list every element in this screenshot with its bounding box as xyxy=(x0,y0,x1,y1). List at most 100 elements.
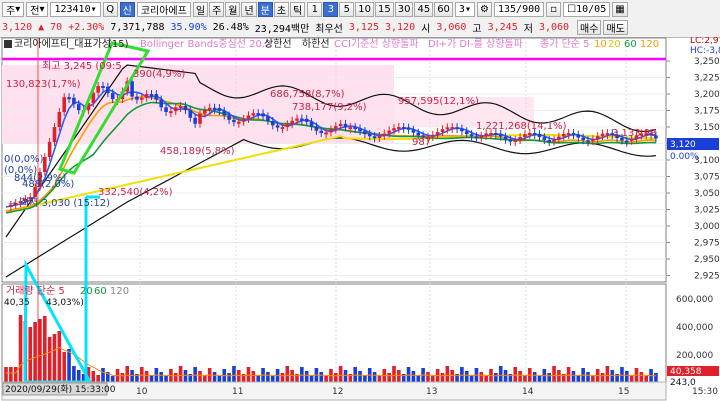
count-display: 135/900 xyxy=(493,2,545,17)
timeframe-button[interactable]: 월 xyxy=(225,2,241,17)
price-tick-label: 3,250 xyxy=(694,57,720,67)
volume-bar xyxy=(484,376,488,382)
candle-body xyxy=(183,106,188,111)
chart-area[interactable]: 코리아에프티_대표가성 (15) Bollinger Bands중심선 20.2… xyxy=(0,37,720,401)
candle-body xyxy=(212,107,217,110)
legend-ma20: 20 xyxy=(608,39,621,50)
toolbar-row-1: 주 ▾ 전 ▾ 123410 ▾ Q 신 코리아에프 일주월년분초틱 1 3 5 10 15 3… xyxy=(2,1,628,18)
volume-bar xyxy=(571,371,576,382)
interval-button[interactable]: 30 xyxy=(394,2,414,17)
volume-bar xyxy=(144,371,149,382)
candle-body xyxy=(528,133,532,136)
price-tick-label: 2,925 xyxy=(694,272,720,282)
volume-bar xyxy=(338,366,343,382)
candle-body xyxy=(561,133,566,137)
candle-body xyxy=(232,119,236,123)
stock-code-input[interactable]: 123410 ▾ xyxy=(50,2,101,17)
open-label: 시 xyxy=(421,24,431,35)
prev-selector[interactable]: 전 ▾ xyxy=(26,2,49,17)
candle-body xyxy=(169,111,173,114)
candle-body xyxy=(382,133,387,136)
timeframe-button[interactable]: 주 xyxy=(209,2,225,17)
volume-bar xyxy=(203,375,207,382)
volume-bar xyxy=(644,376,648,382)
volume: 7,371,788 xyxy=(110,22,165,33)
volume-bar xyxy=(256,375,260,382)
price-tick-label: 3,150 xyxy=(694,123,720,133)
candle-body xyxy=(159,99,163,108)
interval-button[interactable]: 60 xyxy=(434,2,453,17)
volume-bar xyxy=(513,367,518,382)
interval-input[interactable]: 3 ▾ xyxy=(454,2,475,17)
candle-body xyxy=(154,94,159,100)
legend-di: DI+가 DI-를 상향돌파 xyxy=(428,38,523,50)
buy-button[interactable]: 매수 xyxy=(577,20,602,35)
volume-bar xyxy=(285,366,290,382)
volume-panel xyxy=(1,283,667,383)
volume-bar xyxy=(28,327,33,382)
interval-button[interactable]: 10 xyxy=(355,2,374,17)
calendar-button[interactable]: ▦ xyxy=(612,2,628,17)
volume-annotation: 686,758(8,7%) xyxy=(270,89,345,100)
candle-body xyxy=(586,140,590,143)
search-button[interactable]: Q xyxy=(102,2,118,17)
interval-button[interactable]: 1 xyxy=(307,2,323,17)
candle-body xyxy=(474,136,479,139)
candle-body xyxy=(314,126,319,131)
interval-button[interactable]: 3 xyxy=(323,2,339,17)
change-value: 70 xyxy=(50,22,63,33)
sell-button[interactable]: 매도 xyxy=(603,20,628,35)
price-tick-label: 3,225 xyxy=(694,74,720,84)
volume-bar xyxy=(125,366,130,382)
volume-bar xyxy=(33,322,37,382)
open-price: 3,060 xyxy=(436,22,467,33)
candle-body xyxy=(532,133,537,136)
volume-bar xyxy=(469,375,474,382)
current-price-label: 3,120 xyxy=(670,140,696,150)
interval-button[interactable]: 5 xyxy=(339,2,355,17)
date-input[interactable]: ☐ 10/05 xyxy=(563,2,611,17)
high-label: 고 xyxy=(472,24,482,35)
candle-body xyxy=(300,118,304,121)
time-label: 13 xyxy=(426,387,437,397)
timeframe-button[interactable]: 일 xyxy=(192,2,209,17)
candle-body xyxy=(605,133,610,136)
chevron-down-icon: ▾ xyxy=(15,4,21,15)
legend-close-ma: 종가 단순 5 xyxy=(540,38,590,50)
volume-stat-pct: 43,03%) xyxy=(46,298,84,308)
volume-axis: 600,000 400,000 200,000 xyxy=(676,295,713,361)
candle-body xyxy=(377,135,382,138)
volume-bar xyxy=(610,370,615,382)
candle-body xyxy=(629,138,634,141)
interval-button[interactable]: 15 xyxy=(374,2,394,17)
candle-body xyxy=(227,115,231,120)
turnover: 26.48% xyxy=(212,22,249,33)
volume-annotation: 957,595(12,1%) xyxy=(398,96,479,107)
best-ask: 3,125 xyxy=(348,22,379,33)
volume-bar xyxy=(67,349,71,382)
timeframe-button[interactable]: 분 xyxy=(257,2,273,17)
legend-ma: (15) xyxy=(108,39,129,50)
volume-bar xyxy=(479,372,484,382)
interval-buttons: 1 3 5 10 15 30 45 60 xyxy=(307,2,453,17)
candle-body xyxy=(489,133,493,136)
volume-bar xyxy=(227,373,231,382)
volume-bar xyxy=(372,372,377,382)
timeframe-button[interactable]: 초 xyxy=(273,2,290,17)
settings-button[interactable]: ⚙ xyxy=(476,2,492,17)
volume-bar xyxy=(13,367,18,382)
volume-bar xyxy=(576,375,581,382)
candle-body xyxy=(144,94,149,98)
volume-tick-label: 200,000 xyxy=(676,351,713,361)
candle-body xyxy=(110,93,115,100)
toggle-button[interactable]: ▫ xyxy=(546,2,562,17)
volume-bar xyxy=(625,371,629,382)
timeframe-button[interactable]: 틱 xyxy=(290,2,306,17)
period-selector[interactable]: 주 ▾ xyxy=(2,2,25,17)
timeframe-button[interactable]: 년 xyxy=(241,2,257,17)
volume-bar xyxy=(605,366,610,382)
volume-bar xyxy=(4,367,8,382)
interval-button[interactable]: 45 xyxy=(414,2,434,17)
volume-bar xyxy=(290,370,294,382)
volume-bar xyxy=(164,376,168,382)
